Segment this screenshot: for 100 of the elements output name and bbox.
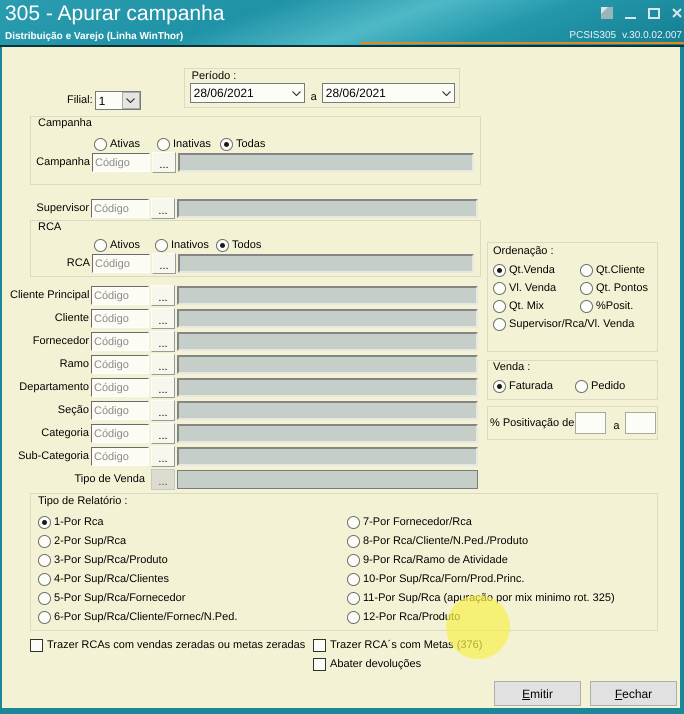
radio-icon[interactable] (580, 264, 593, 276)
dropdown-button[interactable] (122, 92, 140, 109)
radio-icon[interactable] (94, 238, 107, 252)
checkbox-option[interactable]: Abater devoluções (313, 657, 422, 671)
code-field[interactable]: Código (91, 309, 149, 328)
percent-field[interactable] (575, 412, 606, 434)
radio-icon[interactable] (493, 264, 506, 276)
radio-icon[interactable] (157, 138, 170, 150)
radio-icon[interactable] (347, 516, 360, 529)
checkbox-icon[interactable] (313, 638, 326, 652)
radio-icon[interactable] (347, 535, 360, 548)
date-picker[interactable]: 28/06/2021 (322, 83, 455, 103)
radio-option[interactable]: Qt. Pontos (580, 282, 648, 294)
description-field[interactable] (177, 309, 478, 328)
radio-option[interactable]: Ativos (94, 238, 155, 252)
description-field[interactable] (177, 378, 478, 397)
lookup-button[interactable]: ... (151, 285, 175, 306)
lookup-button[interactable]: ... (151, 198, 175, 219)
checkbox-option[interactable]: Trazer RCA´s com Metas (376) (313, 638, 482, 652)
radio-icon[interactable] (575, 380, 588, 392)
radio-icon[interactable] (580, 282, 593, 294)
lookup-button[interactable]: ... (151, 400, 175, 421)
description-field[interactable] (177, 286, 478, 305)
radio-option[interactable]: Pedido (575, 380, 657, 392)
code-field[interactable]: Código (91, 447, 149, 466)
radio-option[interactable]: Ativas (94, 138, 157, 150)
description-field[interactable] (178, 254, 474, 273)
description-field[interactable] (177, 424, 478, 443)
code-field[interactable]: Código (91, 332, 149, 351)
radio-icon[interactable] (347, 573, 360, 586)
lookup-button[interactable]: ... (151, 308, 175, 329)
radio-option[interactable]: %Posit. (580, 300, 634, 312)
code-field[interactable]: Código (91, 355, 149, 374)
radio-option[interactable]: Inativas (157, 138, 220, 150)
maximize-icon[interactable] (648, 8, 660, 18)
radio-icon[interactable] (94, 138, 107, 150)
radio-option[interactable]: Supervisor/Rca/Vl. Venda (493, 318, 634, 330)
lookup-button[interactable]: ... (152, 253, 176, 274)
radio-option[interactable]: Qt.Cliente (580, 264, 645, 276)
radio-option[interactable]: 5-Por Sup/Rca/Fornecedor (38, 592, 186, 605)
code-field[interactable]: Código (91, 199, 149, 218)
radio-option[interactable]: Todas (220, 138, 283, 150)
radio-option[interactable]: 3-Por Sup/Rca/Produto (38, 554, 168, 567)
radio-option[interactable]: 8-Por Rca/Cliente/N.Ped./Produto (347, 535, 528, 548)
code-field[interactable]: Código (92, 153, 150, 172)
code-field[interactable]: Código (91, 378, 149, 397)
checkbox-icon[interactable] (30, 638, 43, 652)
lookup-button[interactable]: ... (151, 446, 175, 467)
radio-option[interactable]: 1-Por Rca (38, 516, 104, 529)
radio-icon[interactable] (38, 611, 51, 624)
lookup-button[interactable]: ... (151, 423, 175, 444)
lookup-button[interactable]: ... (151, 377, 175, 398)
code-field[interactable]: Código (91, 424, 149, 443)
radio-option[interactable]: Vl. Venda (493, 282, 556, 294)
radio-icon[interactable] (347, 611, 360, 624)
description-field[interactable] (177, 401, 478, 420)
radio-option[interactable]: Faturada (493, 380, 575, 392)
radio-icon[interactable] (38, 554, 51, 567)
branch-select[interactable]: 1 (94, 91, 141, 110)
radio-icon[interactable] (493, 300, 506, 312)
radio-option[interactable]: Inativos (155, 238, 216, 252)
percent-field[interactable] (624, 412, 656, 434)
radio-icon[interactable] (38, 535, 51, 548)
radio-option[interactable]: 12-Por Rca/Produto (347, 611, 460, 624)
radio-icon[interactable] (38, 516, 51, 529)
close-icon[interactable] (672, 8, 682, 18)
code-field[interactable]: Código (92, 254, 150, 273)
description-field[interactable] (177, 470, 478, 489)
code-field[interactable]: Código (91, 401, 149, 420)
radio-option[interactable]: 11-Por Sup/Rca (apuração por mix minimo rot. 325) (347, 592, 615, 605)
radio-icon[interactable] (493, 282, 506, 294)
description-field[interactable] (177, 332, 478, 351)
lookup-button[interactable]: ... (151, 354, 175, 375)
date-picker[interactable]: 28/06/2021 (190, 83, 305, 103)
description-field[interactable] (177, 355, 478, 374)
description-field[interactable] (177, 447, 478, 466)
radio-icon[interactable] (155, 238, 168, 252)
description-field[interactable] (178, 153, 474, 172)
radio-icon[interactable] (580, 300, 593, 312)
radio-icon[interactable] (220, 138, 233, 150)
radio-icon[interactable] (347, 554, 360, 567)
radio-icon[interactable] (38, 592, 51, 605)
radio-icon[interactable] (216, 238, 229, 252)
radio-icon[interactable] (347, 592, 360, 605)
radio-option[interactable]: Qt.Venda (493, 264, 555, 276)
action-button[interactable]: Fechar (590, 681, 677, 706)
radio-option[interactable]: 4-Por Sup/Rca/Clientes (38, 573, 169, 586)
radio-option[interactable]: 6-Por Sup/Rca/Cliente/Fornec/N.Ped. (38, 611, 238, 624)
tile-icon[interactable] (601, 7, 613, 19)
radio-icon[interactable] (493, 380, 506, 392)
radio-option[interactable]: 7-Por Fornecedor/Rca (347, 516, 472, 529)
radio-option[interactable]: Todos (216, 238, 277, 252)
radio-option[interactable]: 10-Por Sup/Rca/Forn/Prod.Princ. (347, 573, 524, 586)
radio-icon[interactable] (38, 573, 51, 586)
description-field[interactable] (177, 199, 478, 218)
action-button[interactable]: Emitir (494, 681, 581, 706)
radio-option[interactable]: 9-Por Rca/Ramo de Atividade (347, 554, 508, 567)
code-field[interactable]: Código (91, 286, 149, 305)
radio-icon[interactable] (493, 318, 506, 330)
lookup-button[interactable]: ... (151, 331, 175, 352)
